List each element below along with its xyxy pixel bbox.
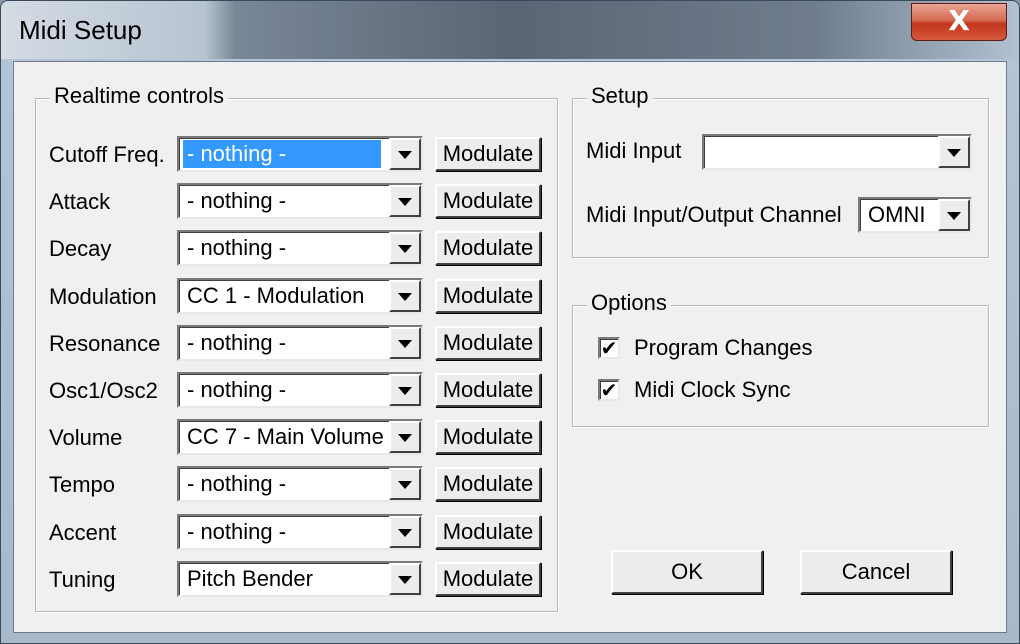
chevron-down-icon[interactable] <box>389 327 421 359</box>
realtime-row-value: - nothing - <box>187 188 287 213</box>
chevron-down-icon[interactable] <box>389 468 421 500</box>
midi-clock-sync-label[interactable]: Midi Clock Sync <box>634 377 790 403</box>
realtime-row-label: Modulation <box>49 284 157 309</box>
title-bar[interactable]: Midi Setup X <box>1 1 1019 59</box>
realtime-row-select[interactable]: CC 1 - Modulation <box>177 278 423 314</box>
realtime-row-select[interactable]: - nothing - <box>177 136 423 172</box>
chevron-down-icon[interactable] <box>938 136 970 168</box>
modulate-button[interactable]: Modulate <box>435 231 541 265</box>
realtime-row-select[interactable]: - nothing - <box>177 372 423 408</box>
setup-legend: Setup <box>587 83 653 109</box>
dialog-body: Realtime controls Cutoff Freq. - nothing … <box>13 61 1007 633</box>
midi-setup-window: Midi Setup X Realtime controls Cutoff Fr… <box>0 0 1020 644</box>
realtime-row-select[interactable]: CC 7 - Main Volume <box>177 419 423 455</box>
realtime-row-label: Tuning <box>49 567 116 592</box>
modulate-button[interactable]: Modulate <box>435 420 541 454</box>
realtime-row-label: Tempo <box>49 472 116 497</box>
window-title: Midi Setup <box>19 15 142 45</box>
realtime-row-select[interactable]: - nothing - <box>177 183 423 219</box>
realtime-row-value: - nothing - <box>187 235 287 260</box>
modulate-button[interactable]: Modulate <box>435 515 541 549</box>
realtime-row-select[interactable]: Pitch Bender <box>177 561 423 597</box>
close-button[interactable]: X <box>911 3 1007 41</box>
cancel-button[interactable]: Cancel <box>800 550 952 594</box>
chevron-down-icon[interactable] <box>389 516 421 548</box>
chevron-down-icon[interactable] <box>389 138 421 170</box>
modulate-button[interactable]: Modulate <box>435 137 541 171</box>
realtime-row-value: Pitch Bender <box>187 566 313 591</box>
options-legend: Options <box>587 290 671 316</box>
chevron-down-icon[interactable] <box>938 199 970 231</box>
options-group: Options <box>572 290 989 427</box>
close-icon: X <box>948 4 970 37</box>
realtime-row-value: CC 1 - Modulation <box>187 283 365 308</box>
realtime-row-value: - nothing - <box>187 471 287 496</box>
realtime-row-value: CC 7 - Main Volume <box>187 424 384 449</box>
realtime-row-value: - nothing - <box>187 519 287 544</box>
realtime-row-value: - nothing - <box>187 377 287 402</box>
channel-select[interactable]: OMNI <box>858 197 972 233</box>
modulate-button[interactable]: Modulate <box>435 279 541 313</box>
midi-input-select[interactable] <box>702 134 972 170</box>
realtime-row-label: Resonance <box>49 331 161 356</box>
realtime-row-label: Accent <box>49 520 117 545</box>
modulate-button[interactable]: Modulate <box>435 373 541 407</box>
setup-group: Setup <box>572 83 989 258</box>
realtime-row-select[interactable]: - nothing - <box>177 230 423 266</box>
realtime-controls-legend: Realtime controls <box>50 83 228 109</box>
realtime-row-label: Decay <box>49 236 112 261</box>
realtime-row-value: - nothing - <box>183 140 381 168</box>
chevron-down-icon[interactable] <box>389 185 421 217</box>
realtime-row-label: Cutoff Freq. <box>49 142 165 167</box>
channel-value: OMNI <box>868 202 926 227</box>
realtime-row-label: Osc1/Osc2 <box>49 378 158 403</box>
realtime-row-label: Volume <box>49 425 123 450</box>
midi-input-value <box>708 138 716 166</box>
chevron-down-icon[interactable] <box>389 280 421 312</box>
realtime-row-label: Attack <box>49 189 111 214</box>
modulate-button[interactable]: Modulate <box>435 562 541 596</box>
midi-clock-sync-checkbox[interactable] <box>598 379 620 401</box>
modulate-button[interactable]: Modulate <box>435 184 541 218</box>
ok-button[interactable]: OK <box>611 550 763 594</box>
modulate-button[interactable]: Modulate <box>435 326 541 360</box>
chevron-down-icon[interactable] <box>389 374 421 406</box>
midi-input-label: Midi Input <box>586 138 682 163</box>
program-changes-label[interactable]: Program Changes <box>634 335 813 361</box>
chevron-down-icon[interactable] <box>389 232 421 264</box>
realtime-row-value: - nothing - <box>187 330 287 355</box>
chevron-down-icon[interactable] <box>389 563 421 595</box>
realtime-row-select[interactable]: - nothing - <box>177 325 423 361</box>
chevron-down-icon[interactable] <box>389 421 421 453</box>
realtime-row-select[interactable]: - nothing - <box>177 514 423 550</box>
modulate-button[interactable]: Modulate <box>435 467 541 501</box>
program-changes-checkbox[interactable] <box>598 337 620 359</box>
realtime-row-select[interactable]: - nothing - <box>177 466 423 502</box>
channel-label: Midi Input/Output Channel <box>586 202 842 227</box>
